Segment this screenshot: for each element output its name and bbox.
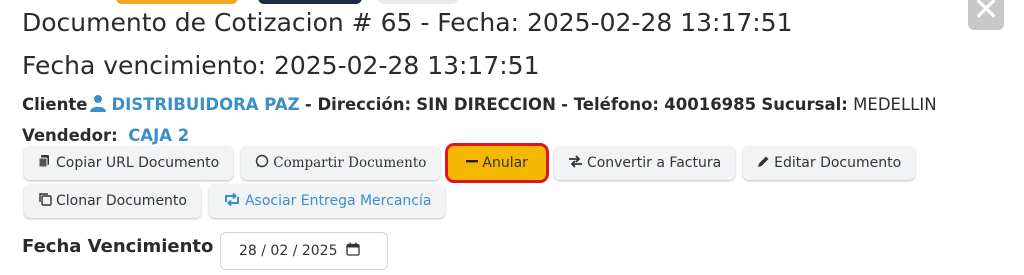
- pencil-icon: [757, 155, 770, 172]
- expiry-date-label: Fecha Vencimiento: [22, 236, 214, 257]
- retweet-icon: [223, 192, 241, 210]
- user-icon: [89, 92, 107, 121]
- client-name-link[interactable]: DISTRIBUIDORA PAZ: [111, 95, 299, 114]
- branch-value: MEDELLIN: [853, 95, 937, 114]
- associate-delivery-button[interactable]: Asociar Entrega Mercancía: [208, 184, 446, 218]
- convert-label: Convertir a Factura: [586, 155, 722, 171]
- clone-icon: [38, 192, 52, 210]
- document-title: Documento de Cotizacion # 65 - Fecha: 20…: [22, 8, 793, 37]
- client-info: Cliente DISTRIBUIDORA PAZ - Dirección: SI…: [22, 90, 992, 150]
- seller-link[interactable]: CAJA 2: [128, 126, 189, 145]
- client-label: Cliente: [22, 95, 88, 114]
- calendar-icon[interactable]: [345, 242, 360, 260]
- edit-document-button[interactable]: Editar Documento: [743, 146, 916, 180]
- exchange-icon: [568, 154, 583, 172]
- close-icon[interactable]: ✕: [968, 0, 1004, 30]
- convert-invoice-button[interactable]: Convertir a Factura: [553, 146, 736, 180]
- void-label: Anular: [482, 155, 528, 171]
- copy-url-icon: [38, 154, 52, 172]
- expiry-date-input[interactable]: 28 / 02 / 2025: [220, 232, 388, 270]
- clone-document-button[interactable]: Clonar Documento: [24, 184, 201, 218]
- top-light-button[interactable]: [378, 0, 458, 4]
- branch-label: Sucursal:: [761, 95, 848, 114]
- associate-label: Asociar Entrega Mercancía: [244, 193, 432, 209]
- share-label: Compartir Documento: [273, 155, 427, 171]
- address-value: SIN DIRECCION: [416, 95, 556, 114]
- actions-row-1: Copiar URL Documento Compartir Documento…: [24, 143, 916, 183]
- phone-label: - Teléfono:: [561, 95, 660, 114]
- edit-label: Editar Documento: [774, 155, 902, 171]
- phone-value: 40016985: [664, 95, 757, 114]
- clone-label: Clonar Documento: [56, 193, 187, 209]
- share-button[interactable]: Compartir Documento: [241, 146, 441, 180]
- copy-url-button[interactable]: Copiar URL Documento: [24, 146, 234, 180]
- top-dark-button[interactable]: [258, 0, 362, 4]
- address-label: - Dirección:: [304, 95, 412, 114]
- seller-label: Vendedor:: [22, 126, 118, 145]
- void-button[interactable]: Anular: [445, 143, 549, 183]
- actions-row-2: Clonar Documento Asociar Entrega Mercanc…: [24, 184, 446, 218]
- copy-url-label: Copiar URL Documento: [56, 155, 220, 171]
- whatsapp-icon: [255, 154, 269, 172]
- expiry-title: Fecha vencimiento: 2025-02-28 13:17:51: [22, 51, 540, 80]
- minus-icon: [466, 155, 479, 171]
- top-orange-button[interactable]: [116, 0, 238, 4]
- expiry-date-value: 28 / 02 / 2025: [239, 243, 338, 259]
